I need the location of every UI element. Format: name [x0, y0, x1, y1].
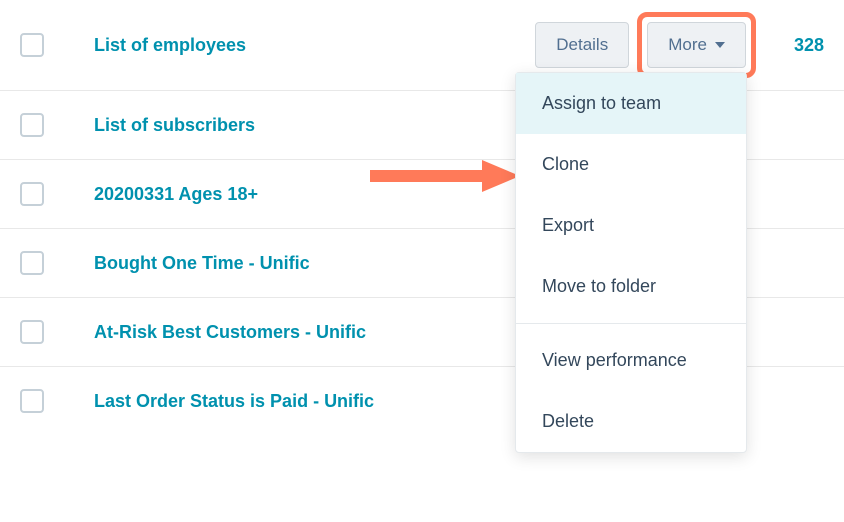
row-checkbox[interactable] [20, 320, 44, 344]
dropdown-item-delete[interactable]: Delete [516, 391, 746, 452]
list-name-link[interactable]: 20200331 Ages 18+ [94, 184, 258, 205]
row-checkbox[interactable] [20, 33, 44, 57]
more-button[interactable]: More [647, 22, 746, 68]
more-button-wrap: More [647, 22, 746, 68]
row-checkbox[interactable] [20, 251, 44, 275]
list-name-link[interactable]: Last Order Status is Paid - Unific [94, 391, 374, 412]
list-name-link[interactable]: Bought One Time - Unific [94, 253, 310, 274]
row-checkbox[interactable] [20, 389, 44, 413]
row-actions: Details More 328 [535, 22, 824, 68]
list-name-link[interactable]: At-Risk Best Customers - Unific [94, 322, 366, 343]
dropdown-item-assign-to-team[interactable]: Assign to team [516, 73, 746, 134]
list-size-count: 328 [794, 35, 824, 56]
dropdown-item-view-performance[interactable]: View performance [516, 330, 746, 391]
details-button[interactable]: Details [535, 22, 629, 68]
dropdown-item-clone[interactable]: Clone [516, 134, 746, 195]
more-dropdown: Assign to team Clone Export Move to fold… [515, 72, 747, 453]
dropdown-item-move-to-folder[interactable]: Move to folder [516, 256, 746, 317]
more-button-label: More [668, 35, 707, 55]
chevron-down-icon [715, 42, 725, 48]
list-name-link[interactable]: List of employees [94, 35, 246, 56]
row-checkbox[interactable] [20, 113, 44, 137]
row-checkbox[interactable] [20, 182, 44, 206]
list-name-link[interactable]: List of subscribers [94, 115, 255, 136]
dropdown-item-export[interactable]: Export [516, 195, 746, 256]
dropdown-separator [516, 323, 746, 324]
